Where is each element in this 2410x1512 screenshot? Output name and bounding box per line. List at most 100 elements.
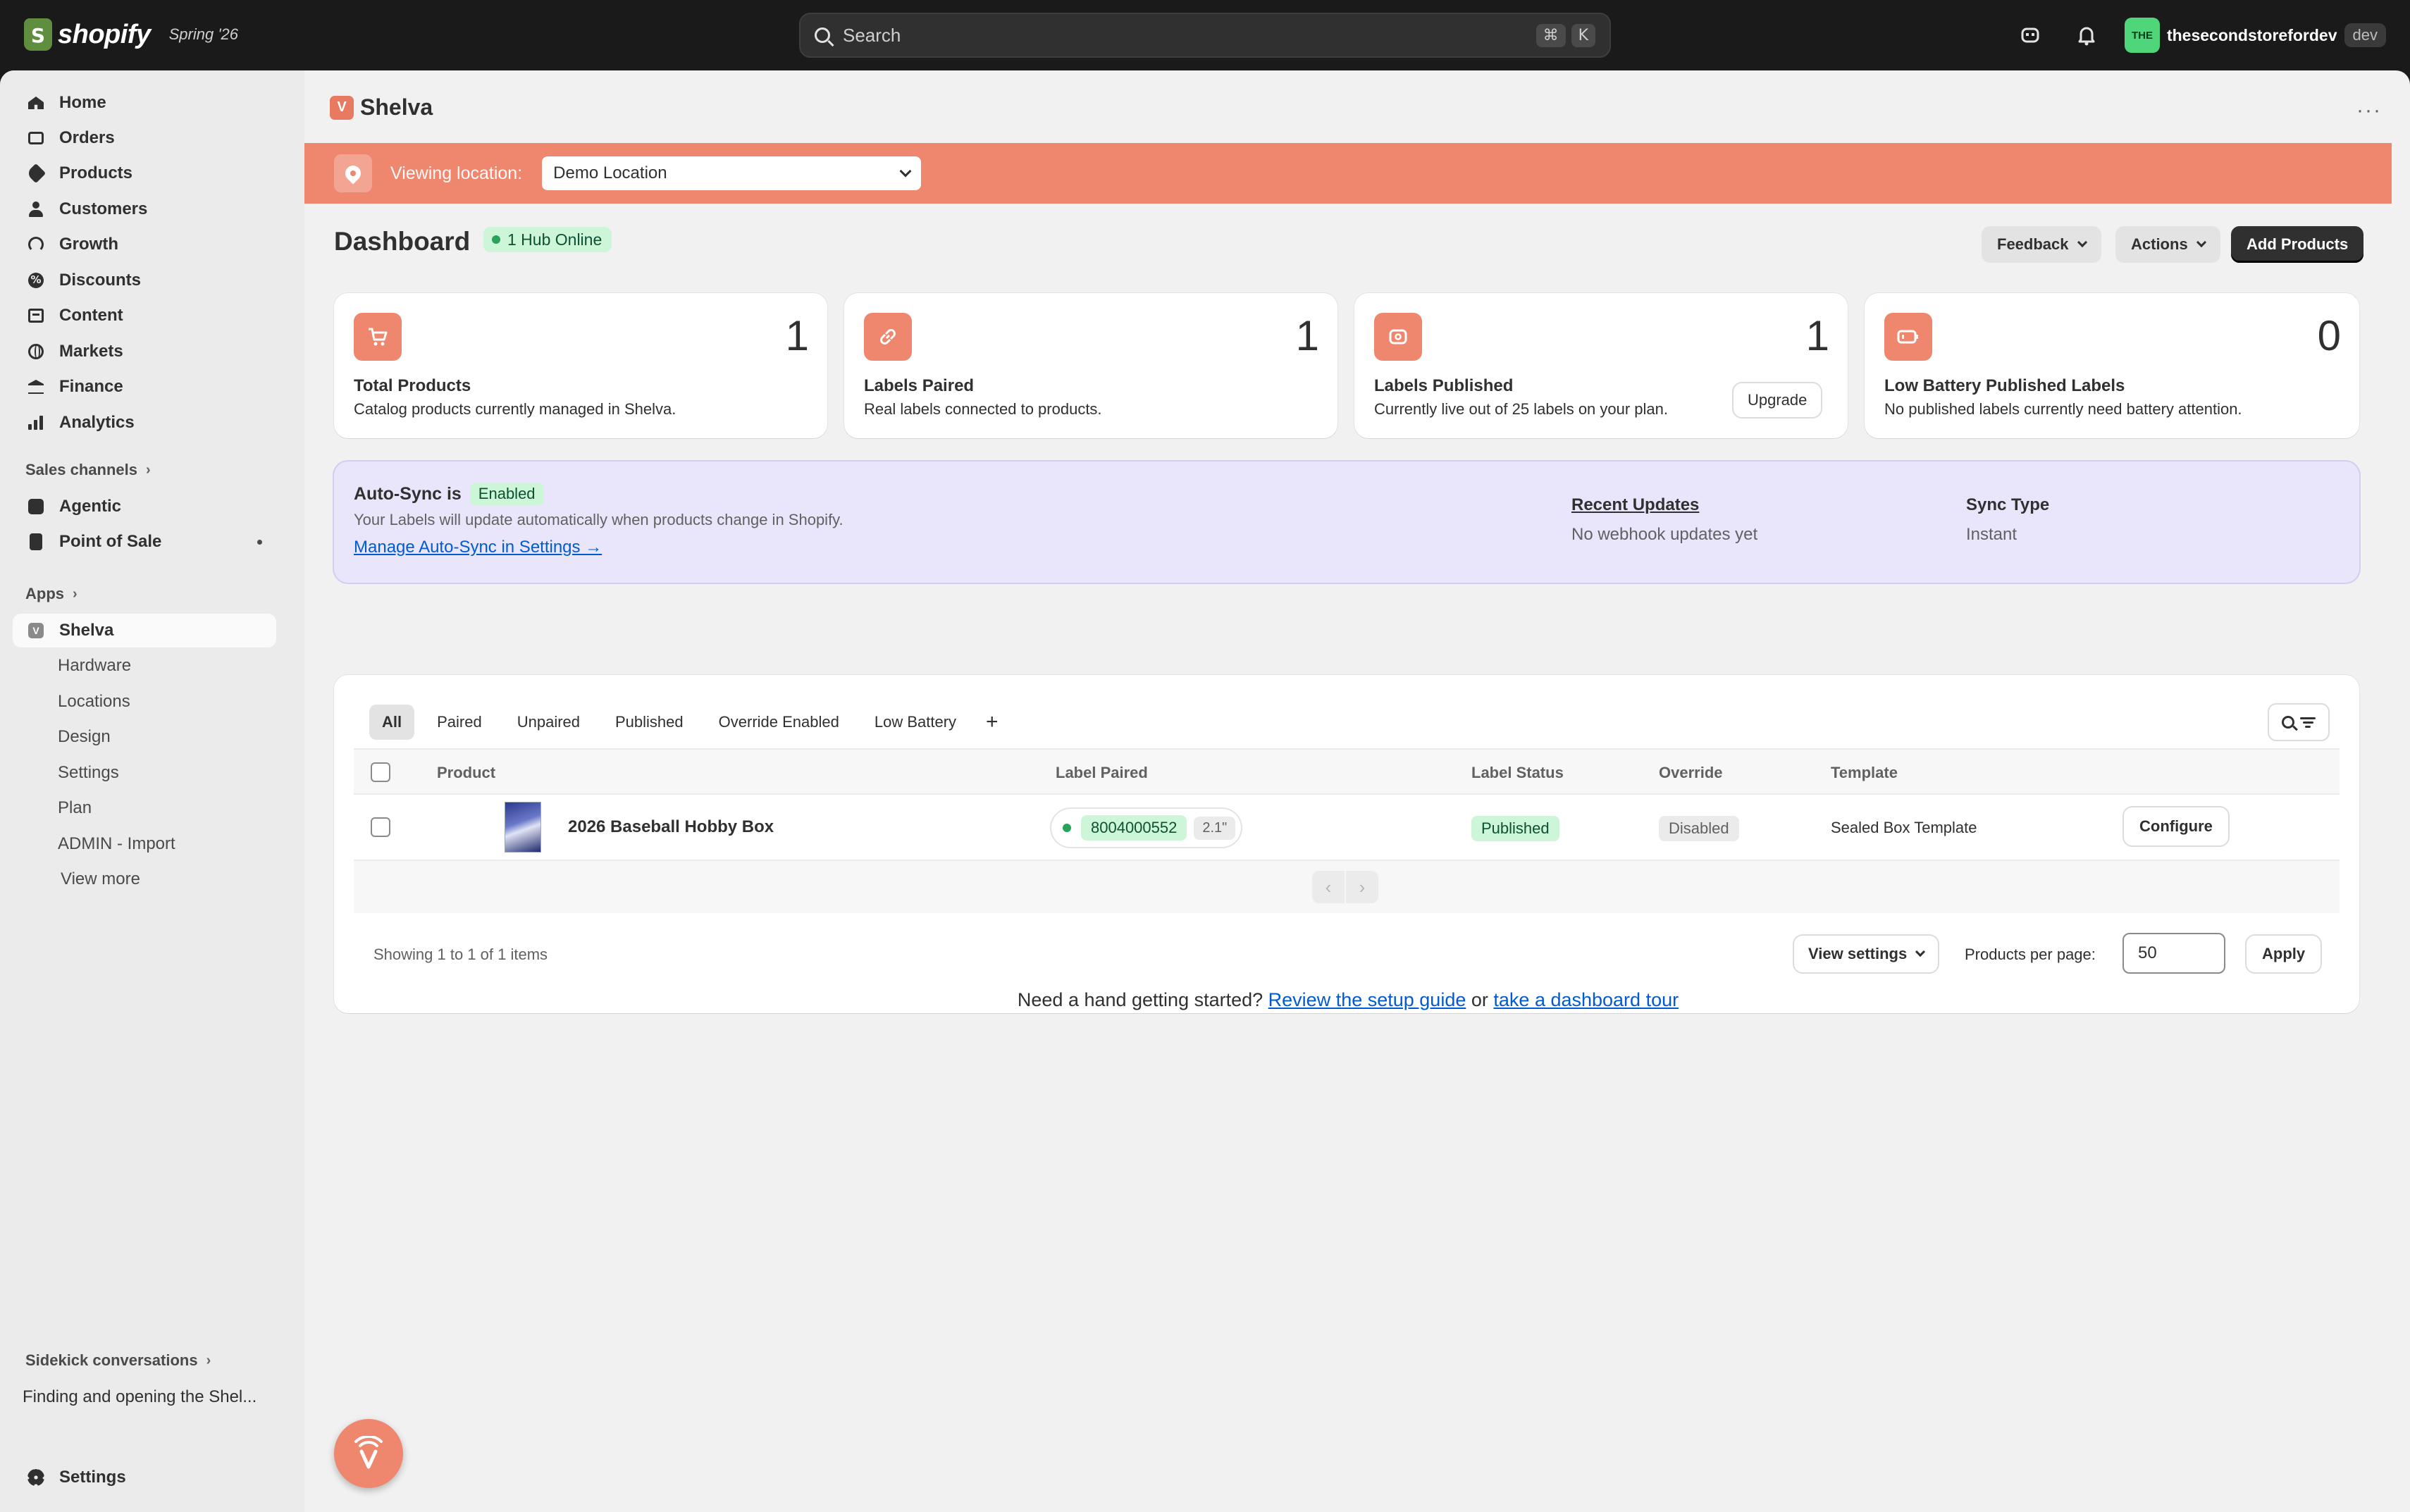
location-pin-icon <box>334 154 372 192</box>
product-thumbnail <box>505 802 541 853</box>
location-select[interactable]: Demo Location <box>542 156 922 190</box>
view-more-link[interactable]: View more <box>13 862 276 896</box>
showing-count: Showing 1 to 1 of 1 items <box>373 946 548 963</box>
sidebar-item-discounts[interactable]: Discounts <box>13 264 276 297</box>
sidebar-item-products[interactable]: Products <box>13 156 276 190</box>
per-page-input[interactable] <box>2122 933 2225 974</box>
global-search[interactable]: ⌘ K <box>799 13 1611 58</box>
sidebar-item-label: Growth <box>59 235 118 254</box>
help-text: Need a hand getting started? Review the … <box>304 989 2392 1011</box>
previous-page-button[interactable]: ‹ <box>1312 871 1345 903</box>
tab-override-enabled[interactable]: Override Enabled <box>706 705 852 740</box>
sidekick-conversations-heading[interactable]: Sidekick conversations › <box>25 1351 211 1370</box>
per-page-label: Products per page: <box>1965 946 2096 963</box>
sidebar-item-label: Discounts <box>59 271 142 290</box>
sidebar-item-label: Customers <box>59 199 148 218</box>
tab-low-battery[interactable]: Low Battery <box>862 705 969 740</box>
view-settings-button[interactable]: View settings <box>1794 936 1939 972</box>
column-header-label-paired[interactable]: Label Paired <box>1056 764 1148 782</box>
dashboard-tour-link[interactable]: take a dashboard tour <box>1493 989 1679 1010</box>
location-bar: Viewing location: Demo Location <box>304 143 2392 204</box>
feedback-button[interactable]: Feedback <box>1982 226 2101 263</box>
search-filter-button[interactable] <box>2269 705 2328 740</box>
column-header-override[interactable]: Override <box>1659 764 1723 782</box>
sidekick-button[interactable] <box>2012 17 2048 54</box>
location-label: Viewing location: <box>390 163 523 183</box>
sidebar-item-content[interactable]: Content <box>13 299 276 333</box>
add-view-button[interactable]: + <box>986 710 999 734</box>
search-input[interactable] <box>843 24 1531 47</box>
sidebar-item-customers[interactable]: Customers <box>13 192 276 226</box>
apps-label: Apps <box>25 585 64 602</box>
sidebar-item-agentic[interactable]: Agentic <box>13 490 276 523</box>
store-menu[interactable]: THE thesecondstorefordev dev <box>2124 18 2386 53</box>
sidebar-item-locations[interactable]: Locations <box>13 685 276 719</box>
sidebar-item-plan[interactable]: Plan <box>13 791 276 825</box>
sidebar-item-label: Analytics <box>59 413 135 432</box>
sidebar-item-settings[interactable]: Settings <box>13 1461 276 1494</box>
apps-heading[interactable]: Apps › <box>25 585 78 603</box>
auto-sync-title: Auto-Sync is Enabled <box>354 483 544 505</box>
column-header-product[interactable]: Product <box>437 764 495 782</box>
bell-icon <box>2078 27 2095 46</box>
edition-label: Spring '26 <box>168 25 239 43</box>
sales-channels-heading[interactable]: Sales channels › <box>25 461 151 479</box>
more-options-button[interactable]: ··· <box>2356 99 2382 123</box>
override-badge: Disabled <box>1659 816 1739 841</box>
sidebar-item-shelva[interactable]: V Shelva <box>13 614 276 647</box>
shopify-logo[interactable]: shopify Spring '26 <box>24 18 238 51</box>
notifications-button[interactable] <box>2068 17 2105 54</box>
shelva-logo-icon: V <box>330 95 354 120</box>
sidebar-item-growth[interactable]: Growth <box>13 228 276 261</box>
recent-updates-link[interactable]: Recent Updates <box>1571 495 1699 515</box>
column-header-label-status[interactable]: Label Status <box>1471 764 1564 782</box>
select-all-checkbox[interactable] <box>371 762 390 782</box>
shopify-bag-icon <box>24 18 52 51</box>
tab-all[interactable]: All <box>369 705 415 740</box>
sidekick-conversation-item[interactable]: Finding and opening the Shel... <box>13 1380 276 1414</box>
table-row[interactable]: 2026 Baseball Hobby Box 8004000552 2.1" … <box>354 795 2340 861</box>
status-dot <box>257 539 262 545</box>
upgrade-button[interactable]: Upgrade <box>1734 383 1822 417</box>
sidebar-item-home[interactable]: Home <box>13 86 276 120</box>
sidebar-item-markets[interactable]: Markets <box>13 335 276 368</box>
sidekick-label: Sidekick conversations <box>25 1351 198 1369</box>
stat-title: Labels Paired <box>864 376 975 395</box>
row-checkbox[interactable] <box>371 817 390 837</box>
chevron-right-icon: › <box>206 1352 211 1368</box>
tab-published[interactable]: Published <box>602 705 696 740</box>
setup-guide-link[interactable]: Review the setup guide <box>1268 989 1466 1010</box>
top-right-actions: THE thesecondstorefordev dev <box>2012 0 2410 70</box>
sidebar-item-app-settings[interactable]: Settings <box>13 756 276 790</box>
shelva-logo-icon <box>354 1436 383 1469</box>
add-products-button[interactable]: Add Products <box>2231 226 2364 263</box>
auto-sync-status-badge: Enabled <box>469 483 544 505</box>
sidebar-item-hardware[interactable]: Hardware <box>13 649 276 683</box>
next-page-button[interactable]: › <box>1346 871 1378 903</box>
actions-label: Actions <box>2131 235 2188 253</box>
sidebar-item-orders[interactable]: Orders <box>13 121 276 155</box>
configure-button[interactable]: Configure <box>2124 807 2228 845</box>
manage-auto-sync-link[interactable]: Manage Auto-Sync in Settings → <box>354 538 602 557</box>
content-icon <box>25 305 47 326</box>
sidebar-item-admin-import[interactable]: ADMIN - Import <box>13 827 276 861</box>
discount-icon <box>25 270 47 291</box>
stat-title: Labels Published <box>1374 376 1514 395</box>
actions-button[interactable]: Actions <box>2115 226 2220 263</box>
product-name[interactable]: 2026 Baseball Hobby Box <box>568 817 774 837</box>
sidebar-item-finance[interactable]: Finance <box>13 370 276 404</box>
sidebar-item-label: Agentic <box>59 497 122 516</box>
sidebar-item-point-of-sale[interactable]: Point of Sale <box>13 525 276 559</box>
shortcut-key-cmd: ⌘ <box>1535 23 1566 47</box>
tab-unpaired[interactable]: Unpaired <box>505 705 593 740</box>
apply-button[interactable]: Apply <box>2247 936 2321 972</box>
column-header-template[interactable]: Template <box>1831 764 1898 782</box>
tab-paired[interactable]: Paired <box>424 705 495 740</box>
sidebar-item-analytics[interactable]: Analytics <box>13 406 276 440</box>
shelva-assistant-button[interactable] <box>334 1419 403 1488</box>
stat-card-labels-paired: 1 Labels Paired Real labels connected to… <box>844 293 1337 438</box>
help-prefix: Need a hand getting started? <box>1017 989 1263 1010</box>
sidebar-item-design[interactable]: Design <box>13 720 276 754</box>
help-middle: or <box>1471 989 1488 1010</box>
main-content: V Shelva ··· Viewing location: Demo Loca… <box>304 70 2410 1512</box>
